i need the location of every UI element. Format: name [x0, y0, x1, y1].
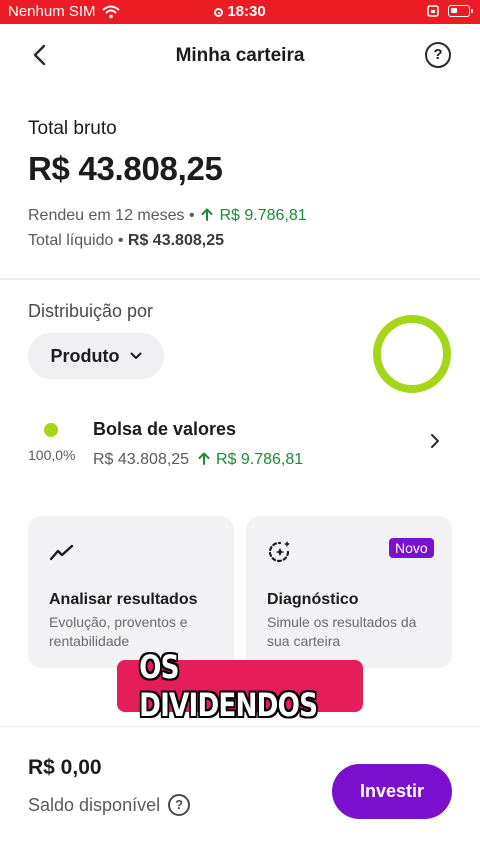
card-diagnostico[interactable]: Novo Diagnóstico Simule os resultados da…: [246, 516, 452, 668]
battery-icon: [448, 5, 473, 17]
divider: [0, 278, 480, 280]
legend-dot: [44, 423, 58, 437]
page-title: Minha carteira: [175, 45, 305, 66]
asset-row-bolsa[interactable]: 100,0% Bolsa de valores R$ 43.808,25 R$ …: [0, 405, 480, 485]
card-subtitle: Evolução, proventos e rentabilidade: [49, 614, 188, 649]
trend-line-icon: [49, 544, 74, 561]
earned-label: Rendeu em 12 meses: [28, 207, 185, 224]
card-title: Analisar resultados: [49, 591, 198, 608]
invest-button[interactable]: Investir: [332, 764, 452, 819]
balance-help-button[interactable]: ?: [168, 794, 191, 816]
asset-name: Bolsa de valores: [93, 419, 237, 439]
net-label: Total líquido: [28, 232, 114, 249]
sparkle-circle-icon: [268, 541, 290, 563]
balance-label-row: Saldo disponível ?: [28, 794, 191, 816]
total-value: R$ 43.808,25: [28, 150, 223, 187]
arrow-up-icon: [201, 208, 213, 221]
available-balance: R$ 0,00: [28, 756, 102, 779]
status-time: 18:30: [0, 3, 480, 20]
lock-rotation-icon: [427, 5, 439, 17]
status-bar: Nenhum SIM 18:30: [0, 0, 480, 24]
status-right: [426, 4, 473, 18]
separator-dot: •: [188, 207, 195, 224]
net-value: R$ 43.808,25: [127, 232, 224, 249]
divider: [0, 726, 480, 727]
asset-percent: 100,0%: [28, 447, 76, 463]
asset-gain: R$ 9.786,81: [215, 451, 304, 468]
caption-overlay: OS DIVIDENDOS: [117, 648, 363, 724]
time-label: 18:30: [227, 3, 266, 20]
caption-text: OS DIVIDENDOS: [139, 648, 318, 724]
separator-dot: •: [117, 232, 124, 249]
earned-value: R$ 9.786,81: [219, 207, 307, 224]
asset-value: R$ 43.808,25: [93, 451, 190, 468]
card-analisar-resultados[interactable]: Analisar resultados Evolução, proventos …: [28, 516, 234, 668]
chevron-down-icon: [130, 352, 141, 359]
card-title: Diagnóstico: [267, 591, 359, 608]
arrow-up-icon: [198, 452, 210, 465]
total-label: Total bruto: [28, 118, 117, 139]
balance-label: Saldo disponível: [28, 794, 161, 815]
distribution-donut-chart: [373, 315, 451, 393]
card-subtitle: Simule os resultados da sua carteira: [267, 614, 417, 649]
earned-line: Rendeu em 12 meses • R$ 9.786,81: [28, 207, 307, 225]
net-line: Total líquido • R$ 43.808,25: [28, 232, 224, 250]
distribution-label: Distribuição por: [28, 301, 154, 321]
filter-label: Produto: [50, 345, 120, 366]
chevron-right-icon: [431, 434, 439, 448]
asset-values: R$ 43.808,25 R$ 9.786,81: [93, 451, 303, 469]
help-button[interactable]: ?: [425, 42, 451, 68]
new-badge: Novo: [389, 538, 434, 558]
distribution-filter-dropdown[interactable]: Produto: [28, 333, 164, 379]
recording-icon: [214, 8, 224, 17]
